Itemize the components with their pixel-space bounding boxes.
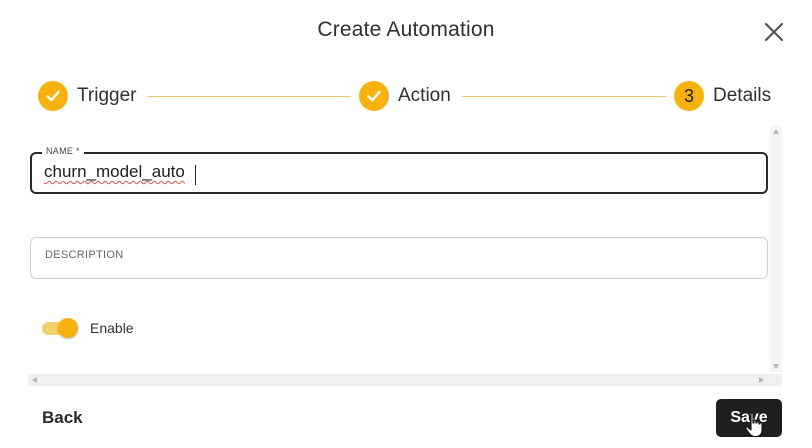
enable-toggle[interactable] [42,317,78,339]
name-field[interactable]: NAME * churn_model_auto [30,146,768,194]
scroll-right-icon[interactable] [759,377,764,383]
check-icon [367,90,381,102]
save-button[interactable]: Save [716,399,782,437]
step-action-circle [359,81,389,111]
step-details-label: Details [713,85,772,106]
step-trigger-circle [38,81,68,111]
step-connector-2 [462,96,666,97]
step-action[interactable]: Action [359,80,451,112]
stepper: Trigger Action 3 Details [38,80,778,112]
name-input-value[interactable]: churn_model_auto [44,162,185,182]
dialog-title: Create Automation [317,18,495,41]
step-details-circle: 3 [674,81,704,111]
back-button[interactable]: Back [42,408,83,428]
description-field[interactable]: DESCRIPTION [30,237,768,279]
enable-toggle-row: Enable [42,317,134,339]
step-trigger[interactable]: Trigger [38,80,136,112]
scroll-down-icon[interactable] [773,364,779,369]
scroll-up-icon[interactable] [773,129,779,134]
close-icon [764,22,784,42]
step-connector-1 [148,96,351,97]
close-button[interactable] [762,20,786,44]
step-details[interactable]: 3 Details [674,80,771,112]
horizontal-scrollbar[interactable] [28,374,782,386]
toggle-knob [58,318,78,338]
check-icon [46,90,60,102]
text-caret [195,165,196,185]
enable-label: Enable [90,320,134,336]
scroll-left-icon[interactable] [32,377,37,383]
create-automation-dialog: Create Automation Trigger Action 3 Detai… [0,0,812,448]
name-field-label: NAME * [42,146,84,156]
form-scroll-area[interactable]: NAME * churn_model_auto DESCRIPTION Enab… [28,126,782,386]
vertical-scrollbar[interactable] [770,126,782,372]
step-details-number: 3 [683,85,694,106]
step-action-label: Action [398,85,451,106]
description-placeholder: DESCRIPTION [45,249,124,261]
step-trigger-label: Trigger [77,85,137,106]
